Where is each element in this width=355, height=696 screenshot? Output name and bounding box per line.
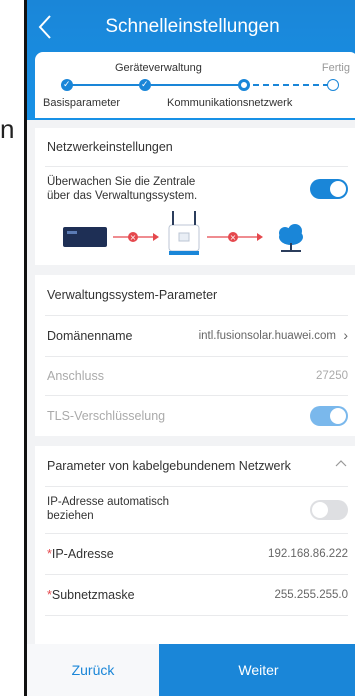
wired-section: Parameter von kabelgebundenem Netzwerk I… bbox=[35, 446, 355, 646]
form-content: Netzwerkeinstellungen Überwachen Sie die… bbox=[35, 118, 355, 646]
dhcp-label: IP-Adresse automatisch beziehen bbox=[47, 495, 169, 523]
ip-label: *IP-Adresse bbox=[47, 547, 114, 561]
step-label-done: Fertig bbox=[321, 62, 350, 74]
domain-value: intl.fusionsolar.huawei.com bbox=[198, 330, 336, 342]
phone-screen: Schnelleinstellungen Geräteverwaltung Fe… bbox=[24, 0, 355, 696]
footer-bar: Zurück Weiter bbox=[27, 644, 355, 696]
toggle-knob bbox=[312, 502, 328, 518]
mgmt-section-title: Verwaltungssystem-Parameter bbox=[47, 288, 218, 302]
chevron-up-icon bbox=[334, 456, 348, 473]
monitor-label-line1: Überwachen Sie die Zentrale bbox=[47, 176, 196, 188]
step-pending-icon bbox=[327, 79, 339, 91]
network-section-title: Netzwerkeinstellungen bbox=[47, 140, 173, 154]
chevron-right-icon: › bbox=[343, 327, 348, 343]
mgmt-section: Verwaltungssystem-Parameter Domänenname … bbox=[35, 275, 355, 436]
monitor-label: Überwachen Sie die Zentrale über das Ver… bbox=[47, 175, 197, 203]
ip-row[interactable]: *IP-Adresse 192.168.86.222 bbox=[35, 534, 355, 574]
wired-section-title: Parameter von kabelgebundenem Netzwerk bbox=[47, 459, 291, 473]
mask-label-text: Subnetzmaske bbox=[51, 588, 135, 602]
step-done-icon: ✓ bbox=[139, 79, 151, 91]
wired-section-header[interactable]: Parameter von kabelgebundenem Netzwerk bbox=[35, 446, 355, 486]
monitor-toggle[interactable] bbox=[310, 179, 348, 199]
svg-text:×: × bbox=[230, 233, 237, 242]
domain-row[interactable]: Domänenname intl.fusionsolar.huawei.com … bbox=[35, 316, 355, 356]
dhcp-label-line1: IP-Adresse automatisch bbox=[47, 496, 170, 508]
page-background bbox=[0, 0, 24, 696]
tls-label: TLS-Verschlüsselung bbox=[47, 409, 166, 423]
side-text: n bbox=[0, 114, 15, 144]
step-label-basic: Basisparameter bbox=[43, 97, 121, 109]
network-section: Netzwerkeinstellungen Überwachen Sie die… bbox=[35, 128, 355, 265]
step-line bbox=[65, 84, 139, 86]
mask-value: 255.255.255.0 bbox=[274, 589, 348, 601]
dhcp-toggle[interactable] bbox=[310, 500, 348, 520]
step-done-icon: ✓ bbox=[61, 79, 73, 91]
ip-value: 192.168.86.222 bbox=[268, 548, 348, 560]
step-line-pending bbox=[253, 84, 329, 86]
domain-label: Domänenname bbox=[47, 329, 133, 343]
next-row-partial bbox=[35, 616, 355, 646]
monitor-label-line2: über das Verwaltungssystem. bbox=[47, 190, 198, 202]
step-line bbox=[151, 84, 241, 86]
port-label: Anschluss bbox=[47, 369, 104, 383]
back-button[interactable]: Zurück bbox=[27, 644, 159, 696]
step-progress: Geräteverwaltung Fertig ✓ ✓ Basisparamet… bbox=[35, 52, 355, 118]
mask-row[interactable]: *Subnetzmaske 255.255.255.0 bbox=[35, 575, 355, 615]
toggle-knob bbox=[330, 181, 346, 197]
step-current-icon bbox=[238, 79, 250, 91]
next-button[interactable]: Weiter bbox=[159, 644, 355, 696]
mask-label: *Subnetzmaske bbox=[47, 588, 135, 602]
svg-text:×: × bbox=[130, 233, 137, 242]
page-title: Schnelleinstellungen bbox=[105, 16, 280, 37]
tls-toggle bbox=[310, 406, 348, 426]
connection-diagram-icon: × × bbox=[63, 211, 303, 255]
toggle-knob bbox=[330, 408, 346, 424]
port-value: 27250 bbox=[316, 370, 348, 382]
ip-label-text: IP-Adresse bbox=[51, 547, 114, 561]
network-diagram: × × bbox=[35, 209, 355, 265]
step-label-device-management: Geräteverwaltung bbox=[115, 62, 202, 74]
step-label-network: Kommunikationsnetzwerk bbox=[167, 97, 293, 109]
dhcp-label-line2: beziehen bbox=[47, 510, 94, 522]
